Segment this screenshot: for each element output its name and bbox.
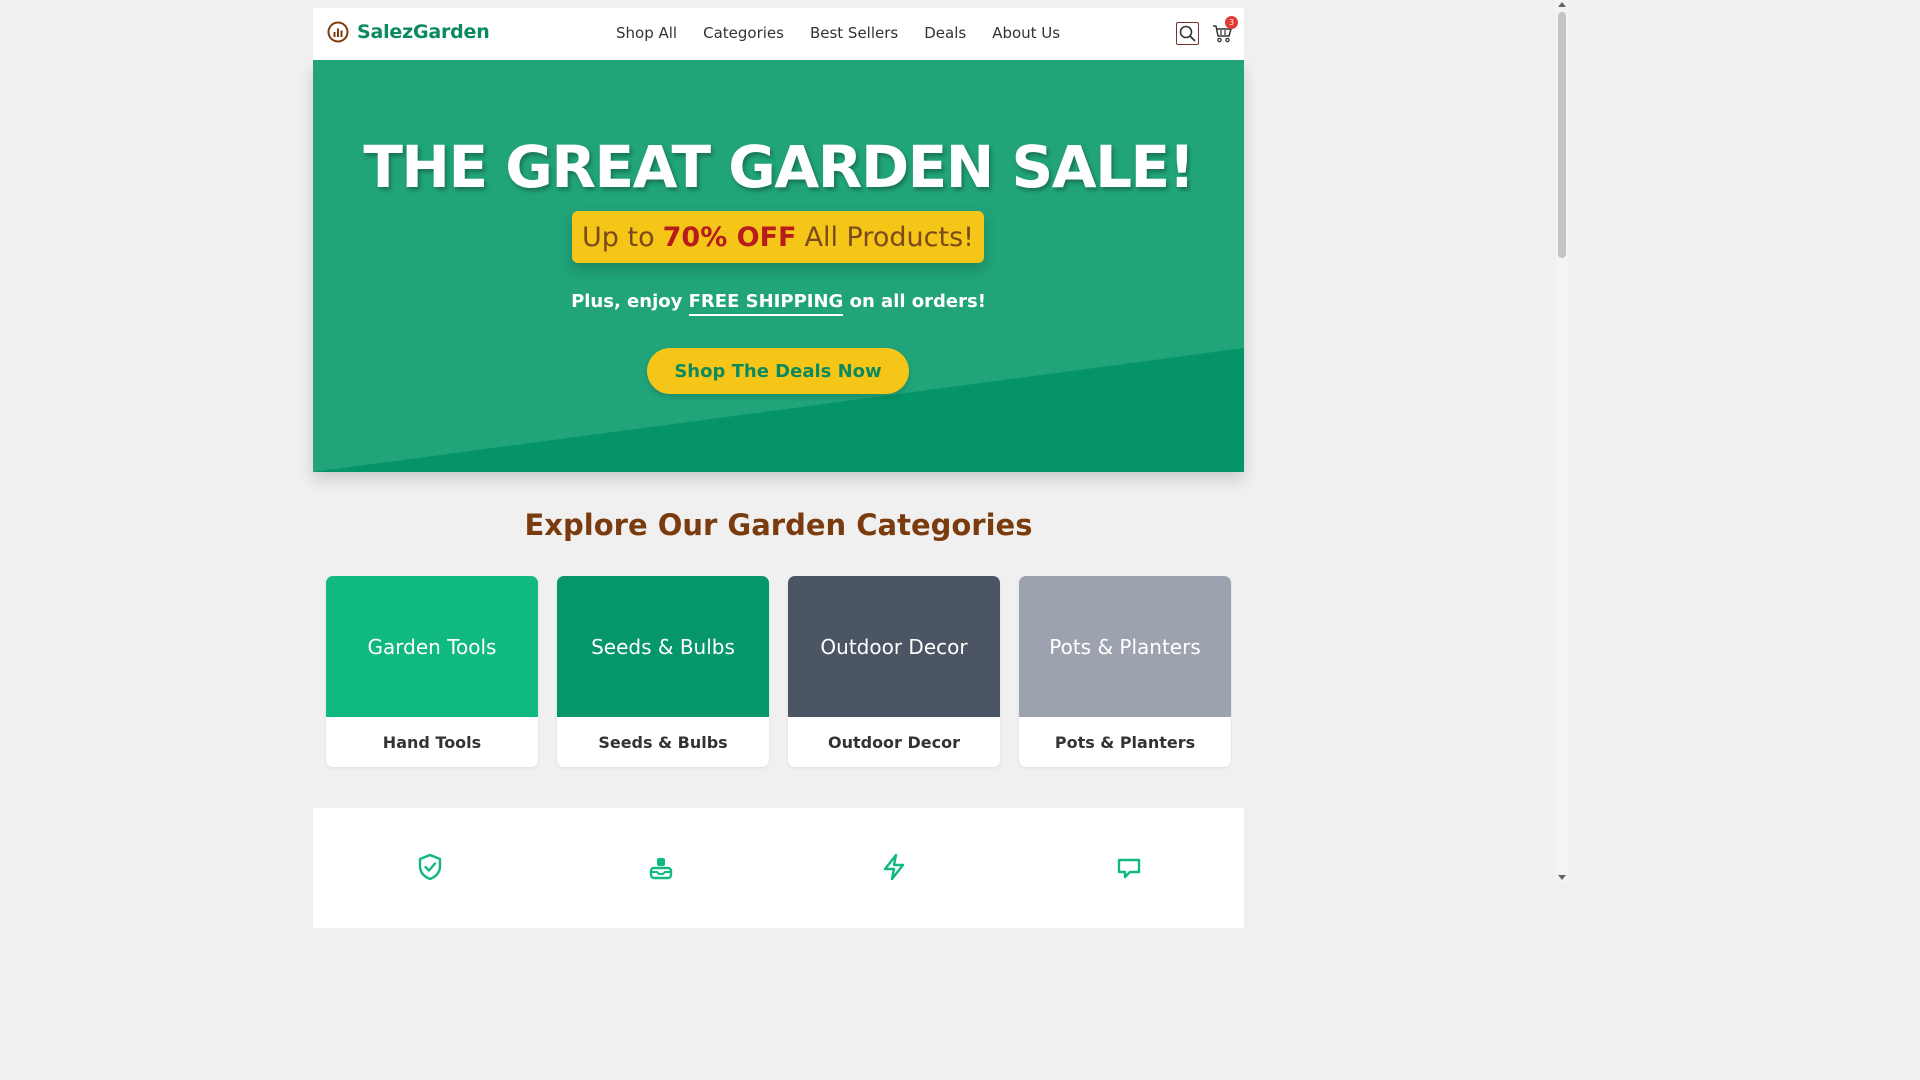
- search-button[interactable]: [1176, 22, 1199, 45]
- subline-suffix: on all orders!: [849, 291, 986, 312]
- category-label: Outdoor Decor: [827, 732, 961, 752]
- page-scrollbar[interactable]: [1556, 0, 1568, 882]
- promo-prefix: Up to: [582, 221, 655, 253]
- promo-badge: Up to 70% OFF All Products!: [572, 211, 984, 263]
- nav-categories[interactable]: Categories: [703, 24, 784, 42]
- free-shipping-line: Plus, enjoy FREE SHIPPING on all orders!: [313, 291, 1244, 316]
- free-shipping-text: FREE SHIPPING: [688, 291, 844, 316]
- category-label: Seeds & Bulbs: [598, 732, 728, 752]
- nav-shop-all[interactable]: Shop All: [616, 24, 677, 42]
- nav-best-sellers[interactable]: Best Sellers: [810, 24, 898, 42]
- scroll-up-arrow-icon[interactable]: [1558, 2, 1566, 7]
- features-strip: [313, 808, 1244, 928]
- category-image: Seeds & Bulbs: [557, 576, 769, 717]
- category-label: Pots & Planters: [1054, 732, 1196, 752]
- category-image: Outdoor Decor: [788, 576, 1000, 717]
- brand-name: SalezGarden: [357, 21, 490, 43]
- hero-banner: THE GREAT GARDEN SALE! Up to 70% OFF All…: [313, 60, 1244, 472]
- page-container: SalezGarden Shop All Categories Best Sel…: [313, 8, 1244, 928]
- cart-button[interactable]: 3: [1211, 16, 1238, 45]
- main-nav: Shop All Categories Best Sellers Deals A…: [616, 24, 1086, 42]
- nav-about-us[interactable]: About Us: [992, 24, 1060, 42]
- hero-title: THE GREAT GARDEN SALE!: [363, 133, 1195, 201]
- category-label: Hand Tools: [382, 732, 482, 752]
- brand-logo[interactable]: SalezGarden: [327, 21, 490, 43]
- lightning-icon: [883, 853, 905, 881]
- categories-title: Explore Our Garden Categories: [524, 508, 1033, 542]
- search-icon: [1179, 25, 1196, 42]
- category-card-pots-planters[interactable]: Pots & Planters Pots & Planters: [1019, 576, 1231, 767]
- scroll-down-arrow-icon[interactable]: [1558, 875, 1566, 880]
- category-grid: Garden Tools Hand Tools Seeds & Bulbs Se…: [326, 576, 1231, 767]
- bar-chart-circle-icon: [327, 21, 349, 43]
- shield-check-icon: [418, 853, 442, 881]
- category-card-outdoor-decor[interactable]: Outdoor Decor Outdoor Decor: [788, 576, 1000, 767]
- cart-count-badge: 3: [1225, 16, 1238, 29]
- inbox-download-icon: [649, 858, 673, 880]
- shop-deals-button[interactable]: Shop The Deals Now: [647, 348, 909, 394]
- promo-suffix: All Products!: [804, 221, 974, 253]
- header-actions: 3: [1176, 16, 1238, 45]
- chat-bubble-icon: [1117, 858, 1141, 879]
- promo-discount: 70% OFF: [662, 221, 797, 253]
- category-image: Garden Tools: [326, 576, 538, 717]
- scroll-thumb[interactable]: [1558, 12, 1566, 258]
- site-header: SalezGarden Shop All Categories Best Sel…: [313, 8, 1244, 60]
- nav-deals[interactable]: Deals: [924, 24, 966, 42]
- hero-diagonal-band: [313, 348, 1244, 472]
- category-card-garden-tools[interactable]: Garden Tools Hand Tools: [326, 576, 538, 767]
- category-image: Pots & Planters: [1019, 576, 1231, 717]
- category-card-seeds-bulbs[interactable]: Seeds & Bulbs Seeds & Bulbs: [557, 576, 769, 767]
- subline-prefix: Plus, enjoy: [571, 291, 683, 312]
